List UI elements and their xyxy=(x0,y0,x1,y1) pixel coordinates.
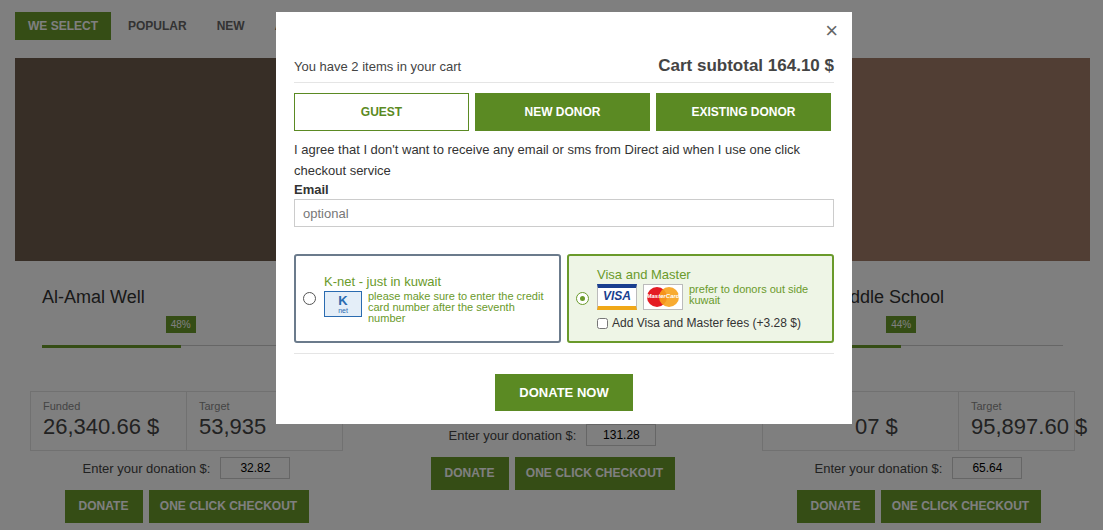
payment-title: Visa and Master xyxy=(597,267,824,282)
payment-methods: K-net - just in kuwait K net please make… xyxy=(294,254,834,343)
cart-subtotal: Cart subtotal 164.10 $ xyxy=(658,56,834,76)
close-icon[interactable]: × xyxy=(825,20,838,42)
donate-now-button[interactable]: DONATE NOW xyxy=(495,374,633,411)
payment-description: prefer to donors out side kuwait xyxy=(689,284,824,306)
payment-description: please make sure to enter the credit car… xyxy=(368,291,551,324)
donation-page: WE SELECTPOPULARNEWA Al-Amal Well 48% Fu… xyxy=(0,0,1103,530)
donor-tab[interactable]: EXISTING DONOR xyxy=(656,93,831,131)
visa-logo-icon: VISA xyxy=(597,284,637,310)
payment-row: VISA MasterCard prefer to donors out sid… xyxy=(597,284,824,310)
mastercard-logo-icon: MasterCard xyxy=(643,284,683,310)
payment-radio[interactable] xyxy=(576,292,589,305)
payment-option[interactable]: K-net - just in kuwait K net please make… xyxy=(294,254,561,343)
knet-logo-icon: K net xyxy=(324,291,362,317)
payment-radio[interactable] xyxy=(303,292,316,305)
payment-row: K net please make sure to enter the cred… xyxy=(324,291,551,324)
mastercard-text: MasterCard xyxy=(644,293,682,299)
agreement-text: I agree that I don't want to receive any… xyxy=(294,139,834,181)
payment-body: K-net - just in kuwait K net please make… xyxy=(324,274,551,324)
payment-option[interactable]: Visa and Master VISA MasterCard prefer t… xyxy=(567,254,834,343)
fee-label: Add Visa and Master fees (+3.28 $) xyxy=(612,316,801,330)
knet-word: net xyxy=(338,307,348,314)
checkout-modal: × You have 2 items in your cart Cart sub… xyxy=(276,12,852,424)
donor-tab[interactable]: NEW DONOR xyxy=(475,93,650,131)
payment-title: K-net - just in kuwait xyxy=(324,274,551,289)
donor-tabs: GUESTNEW DONOREXISTING DONOR xyxy=(294,93,834,131)
fee-checkbox[interactable] xyxy=(597,318,608,329)
divider xyxy=(294,353,834,354)
fee-option[interactable]: Add Visa and Master fees (+3.28 $) xyxy=(597,316,824,330)
submit-row: DONATE NOW xyxy=(294,374,834,411)
email-label: Email xyxy=(294,181,834,199)
payment-body: Visa and Master VISA MasterCard prefer t… xyxy=(597,267,824,330)
cart-summary: You have 2 items in your cart Cart subto… xyxy=(294,56,834,83)
knet-letter: K xyxy=(338,294,347,307)
cart-count: You have 2 items in your cart xyxy=(294,59,461,74)
email-input[interactable] xyxy=(294,199,834,227)
donor-tab[interactable]: GUEST xyxy=(294,93,469,131)
